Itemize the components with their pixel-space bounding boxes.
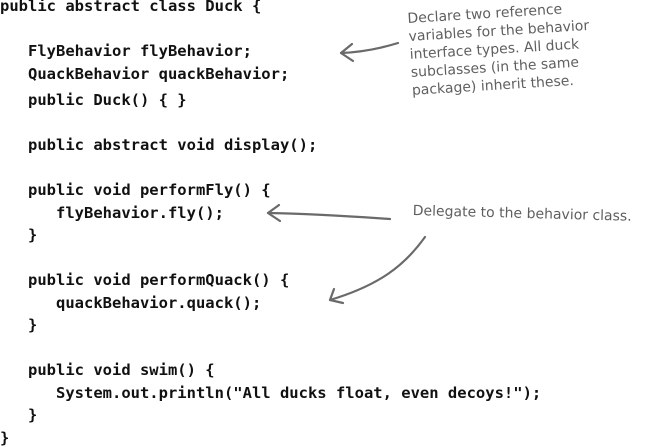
delegate-quack-arrow [328,235,427,305]
code-line-swim: public void swim() { [0,361,215,379]
code-line-close-brace: } [0,226,38,244]
code-line-close-brace: } [0,316,38,334]
code-line-perform-quack: public void performQuack() { [0,271,290,289]
code-line-constructor: public Duck() { } [0,91,187,109]
code-line-fly-call: flyBehavior.fly(); [0,204,224,222]
code-line-println: System.out.println("All ducks float, eve… [0,384,542,402]
code-figure: public abstract class Duck { FlyBehavior… [0,0,662,447]
code-line-display: public abstract void display(); [0,136,318,154]
code-line-class-close: } [0,429,10,447]
code-line-quack-field: QuackBehavior quackBehavior; [0,65,290,83]
code-line-class-declaration: public abstract class Duck { [0,0,262,15]
code-line-close-brace: } [0,406,38,424]
delegate-fly-arrow [266,203,392,223]
code-line-quack-call: quackBehavior.quack(); [0,294,262,312]
code-line-perform-fly: public void performFly() { [0,181,271,199]
declare-arrow [339,41,400,63]
delegate-annotation: Delegate to the behavior class. [412,202,632,225]
declare-annotation: Declare two reference variables for the … [407,0,593,100]
code-line-fly-field: FlyBehavior flyBehavior; [0,42,252,60]
